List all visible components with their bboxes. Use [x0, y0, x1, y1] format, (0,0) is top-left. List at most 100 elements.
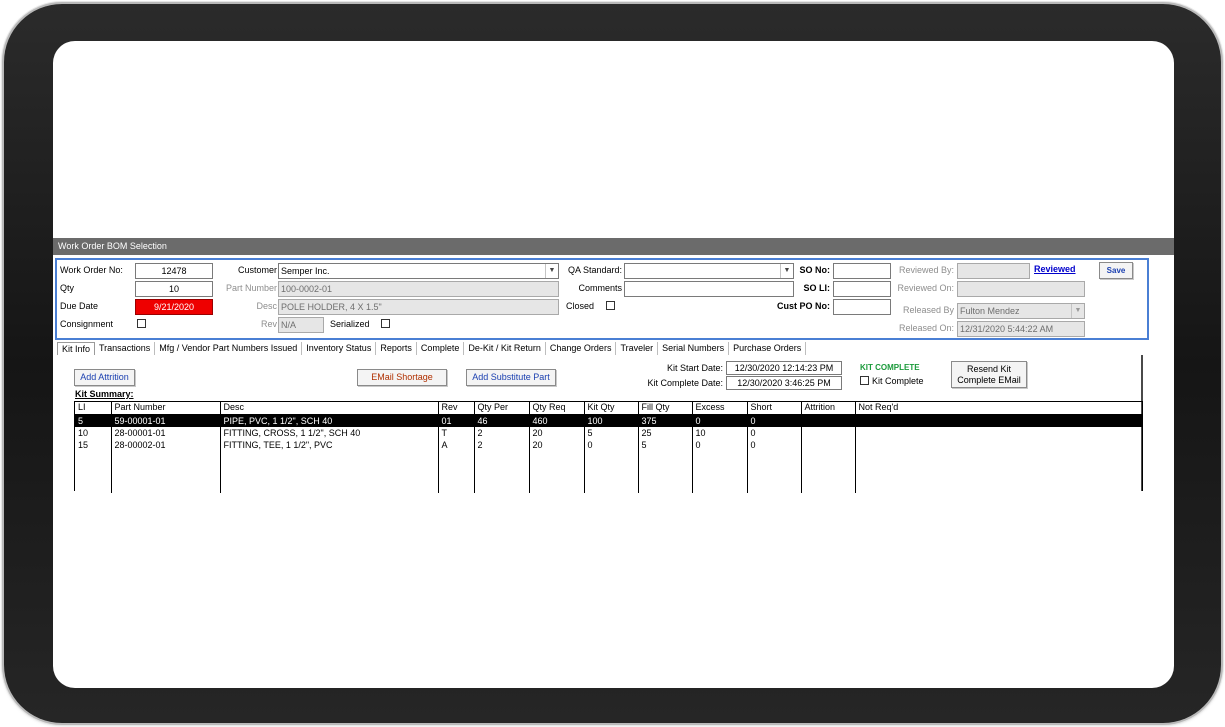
tab-serial-numbers[interactable]: Serial Numbers: [658, 342, 730, 356]
tab-inventory-status[interactable]: Inventory Status: [302, 342, 377, 356]
so-no-label: SO No:: [799, 265, 831, 275]
table-cell: 01: [438, 414, 475, 427]
comments-label: Comments: [578, 283, 622, 293]
table-cell: 5: [638, 438, 693, 451]
released-on-label: Released On:: [898, 323, 954, 333]
serialized-checkbox[interactable]: [381, 319, 390, 328]
released-by-value: Fulton Mendez: [960, 306, 1020, 316]
kit-summary-title: Kit Summary:: [75, 389, 134, 399]
table-header-row: LI Part Number Desc Rev Qty Per Qty Req …: [75, 402, 1142, 415]
email-shortage-button[interactable]: EMail Shortage: [357, 369, 447, 386]
column-header[interactable]: Desc: [220, 402, 439, 415]
tab-traveler[interactable]: Traveler: [616, 342, 659, 356]
table-row[interactable]: 5 59-00001-01 PIPE, PVC, 1 1/2", SCH 40 …: [75, 414, 1142, 427]
closed-checkbox[interactable]: [606, 301, 615, 310]
column-header[interactable]: Qty Req: [529, 402, 585, 415]
column-header[interactable]: Qty Per: [474, 402, 530, 415]
column-header[interactable]: Not Req'd: [855, 402, 1142, 415]
kit-complete-checkbox-label: Kit Complete: [872, 376, 924, 386]
tab-purchase-orders[interactable]: Purchase Orders: [729, 342, 807, 356]
kit-complete-status: KIT COMPLETE: [860, 363, 920, 372]
table-cell: 28-00002-01: [111, 438, 221, 451]
table-cell: 10: [75, 426, 112, 439]
table-cell: 460: [529, 414, 585, 427]
work-order-no-field[interactable]: 12478: [135, 263, 213, 279]
customer-value: Semper Inc.: [281, 266, 330, 276]
column-header[interactable]: Fill Qty: [638, 402, 693, 415]
table-cell: 46: [474, 414, 530, 427]
consignment-checkbox[interactable]: [137, 319, 146, 328]
table-cell: [855, 439, 1142, 451]
table-row[interactable]: 10 28-00001-01 FITTING, CROSS, 1 1/2", S…: [75, 426, 1142, 439]
column-header[interactable]: LI: [75, 402, 112, 415]
customer-select[interactable]: Semper Inc. ▼: [278, 263, 559, 279]
kit-summary-table: LI Part Number Desc Rev Qty Per Qty Req …: [75, 402, 1142, 493]
resend-kit-complete-email-button[interactable]: Resend Kit Complete EMail: [951, 361, 1027, 388]
cust-po-label: Cust PO No:: [777, 301, 830, 311]
table-empty-row: [75, 450, 1142, 493]
table-cell: 20: [529, 438, 585, 451]
table-cell: 28-00001-01: [111, 426, 221, 439]
work-order-no-label: Work Order No:: [60, 265, 123, 275]
table-cell: FITTING, CROSS, 1 1/2", SCH 40: [220, 426, 439, 439]
table-cell: 5: [75, 414, 112, 427]
table-cell: 2: [474, 438, 530, 451]
work-order-header-panel: Work Order No: 12478 Qty 10 Due Date 9/2…: [55, 258, 1149, 340]
column-header[interactable]: Attrition: [801, 402, 856, 415]
table-cell: 59-00001-01: [111, 414, 221, 427]
due-date-field[interactable]: 9/21/2020: [135, 299, 213, 315]
table-cell: 25: [638, 426, 693, 439]
table-cell: 0: [692, 438, 748, 451]
so-li-label: SO LI:: [803, 283, 831, 293]
table-cell: PIPE, PVC, 1 1/2", SCH 40: [220, 414, 439, 427]
kit-complete-checkbox[interactable]: [860, 376, 869, 385]
table-cell: 0: [747, 426, 802, 439]
table-cell: 0: [747, 438, 802, 451]
chevron-down-icon: ▼: [1071, 304, 1084, 318]
add-substitute-part-button[interactable]: Add Substitute Part: [466, 369, 556, 386]
reviewed-on-field: [957, 281, 1085, 297]
rev-label: Rev: [260, 319, 277, 329]
window-title-bar: Work Order BOM Selection: [53, 238, 1174, 255]
tab-complete[interactable]: Complete: [417, 342, 465, 356]
table-cell: 100: [584, 414, 639, 427]
tab-de-kit[interactable]: De-Kit / Kit Return: [464, 342, 546, 356]
table-cell: [801, 426, 856, 439]
resend-label-line-2: Complete EMail: [957, 375, 1021, 385]
column-header[interactable]: Kit Qty: [584, 402, 639, 415]
kit-start-date-field[interactable]: 12/30/2020 12:14:23 PM: [726, 361, 842, 375]
app-screen: Work Order BOM Selection Work Order No: …: [53, 41, 1174, 688]
table-cell: 0: [584, 438, 639, 451]
reviewed-link[interactable]: Reviewed: [1034, 264, 1076, 274]
reviewed-by-field: [957, 263, 1030, 279]
table-cell: [855, 427, 1142, 439]
save-button[interactable]: Save: [1099, 262, 1133, 279]
tab-change-orders[interactable]: Change Orders: [546, 342, 617, 356]
column-header[interactable]: Excess: [692, 402, 748, 415]
qty-field[interactable]: 10: [135, 281, 213, 297]
table-cell: T: [438, 426, 475, 439]
add-attrition-button[interactable]: Add Attrition: [74, 369, 135, 386]
part-number-field: 100-0002-01: [278, 281, 559, 297]
tab-kit-info[interactable]: Kit Info: [57, 342, 96, 356]
table-cell: [801, 438, 856, 451]
reviewed-on-label: Reviewed On:: [897, 283, 954, 293]
table-cell: 20: [529, 426, 585, 439]
column-header[interactable]: Rev: [438, 402, 475, 415]
tab-mfg-vendor-part-numbers[interactable]: Mfg / Vendor Part Numbers Issued: [155, 342, 303, 356]
column-header[interactable]: Part Number: [111, 402, 221, 415]
column-header[interactable]: Short: [747, 402, 802, 415]
customer-label: Customer: [237, 265, 277, 275]
released-on-field: 12/31/2020 5:44:22 AM: [957, 321, 1085, 337]
table-row[interactable]: 15 28-00002-01 FITTING, TEE, 1 1/2", PVC…: [75, 438, 1142, 451]
tab-transactions[interactable]: Transactions: [95, 342, 156, 356]
table-cell: [855, 414, 1142, 427]
kit-complete-date-label: Kit Complete Date:: [647, 378, 723, 388]
tab-reports[interactable]: Reports: [376, 342, 417, 356]
kit-summary-grid: LI Part Number Desc Rev Qty Per Qty Req …: [74, 401, 1143, 493]
released-by-select: Fulton Mendez ▼: [957, 303, 1085, 319]
table-cell: 5: [584, 426, 639, 439]
table-cell: 0: [747, 414, 802, 427]
reviewed-by-label: Reviewed By:: [898, 265, 954, 275]
kit-complete-date-field[interactable]: 12/30/2020 3:46:25 PM: [726, 376, 842, 390]
